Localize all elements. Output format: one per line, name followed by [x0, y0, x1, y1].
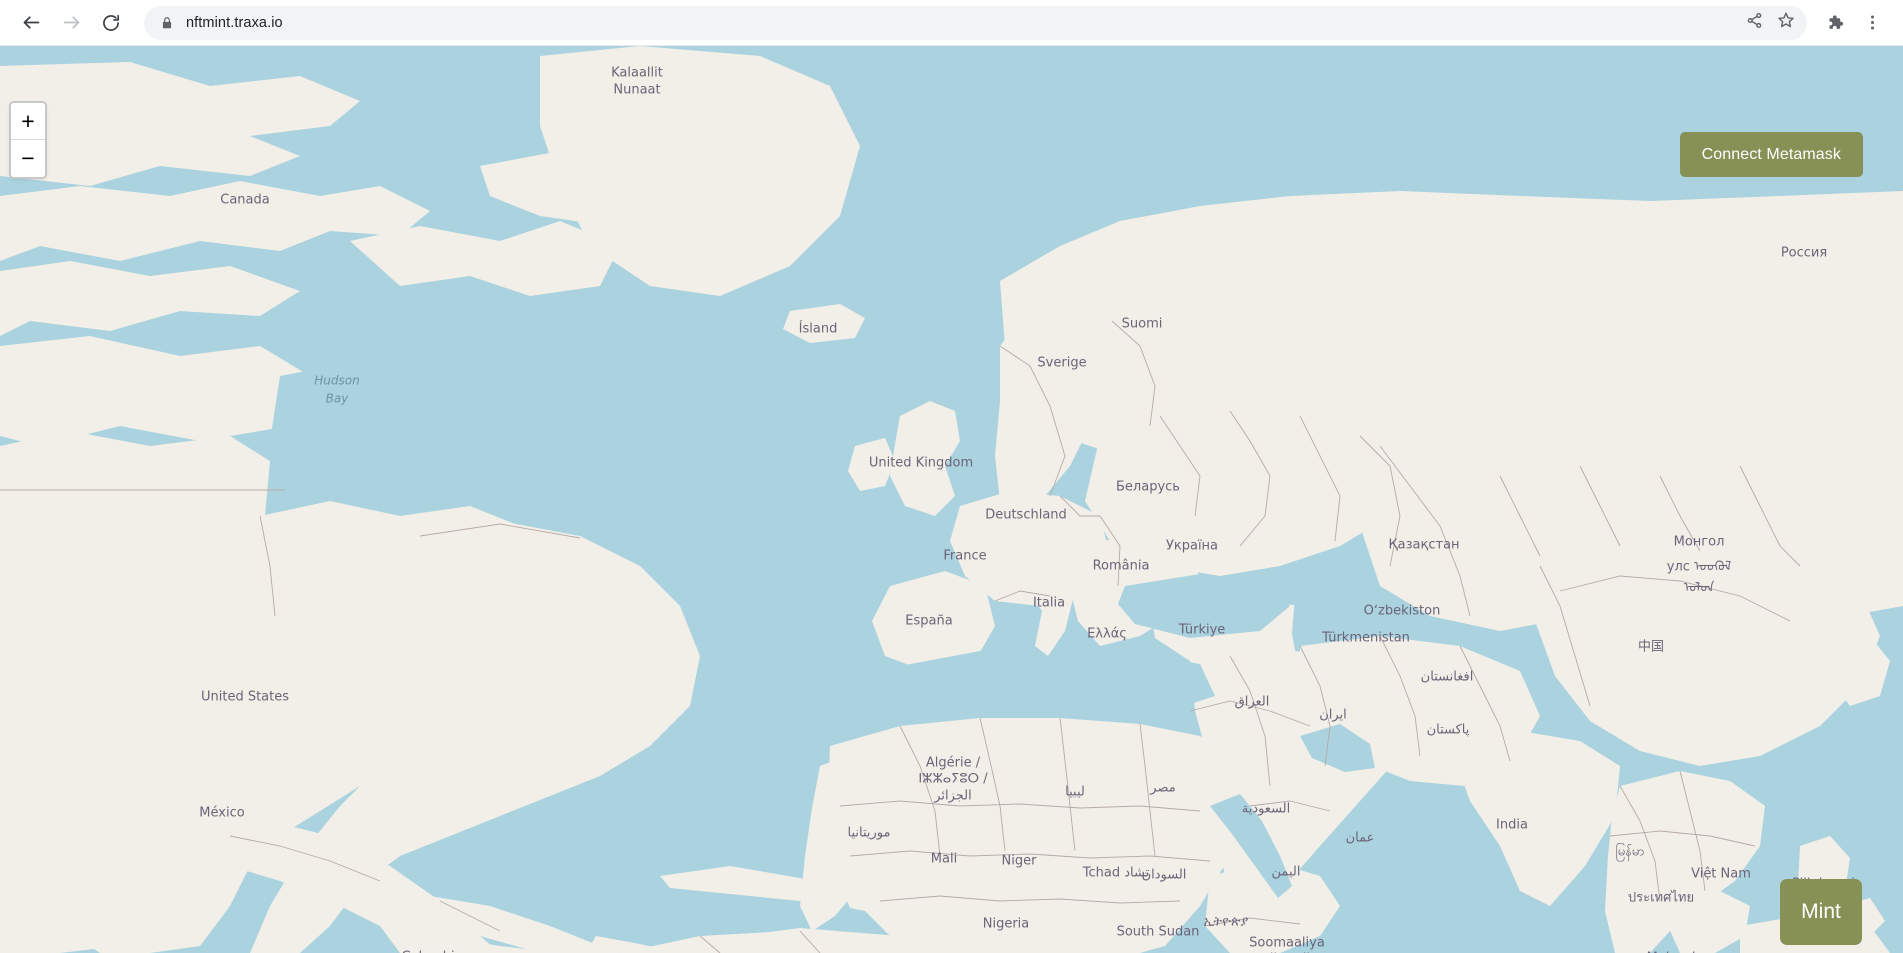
- zoom-out-button[interactable]: −: [11, 140, 45, 177]
- map-label: 中国: [1638, 640, 1664, 655]
- map-label: Mali: [931, 852, 957, 867]
- map-label: عمان: [1346, 831, 1375, 846]
- map-label: پاکستان: [1427, 723, 1470, 738]
- map-label: United Kingdom: [869, 456, 973, 471]
- back-arrow-icon: [21, 12, 42, 33]
- star-icon: [1777, 11, 1795, 34]
- map-label: موريتانيا: [848, 826, 891, 841]
- map-label: Қазақстан: [1388, 538, 1459, 553]
- mint-button[interactable]: Mint: [1780, 879, 1862, 945]
- map-label: Colombia: [401, 950, 462, 953]
- reload-icon: [101, 13, 121, 33]
- map-label: Deutschland: [985, 508, 1067, 523]
- map-label: العراق: [1235, 695, 1270, 710]
- map-label: السعودية: [1242, 802, 1291, 817]
- map-label: Kalaallit: [611, 66, 663, 81]
- map-label: ليبيا: [1065, 785, 1085, 800]
- chrome-menu-button[interactable]: [1855, 6, 1889, 40]
- map-label: ⵏⵣⵣⴰⵢⵓⵔ /: [918, 772, 988, 787]
- bookmark-button[interactable]: [1771, 8, 1801, 38]
- map-label: Canada: [220, 193, 269, 208]
- map-label: اليمن: [1272, 865, 1301, 880]
- lock-icon: [160, 16, 174, 30]
- map-label: Беларусь: [1116, 480, 1180, 495]
- map-label: Монгол: [1674, 535, 1725, 550]
- browser-right-actions: [1817, 6, 1889, 40]
- share-button[interactable]: [1739, 8, 1769, 38]
- map-label: France: [943, 549, 986, 564]
- map-label: India: [1496, 818, 1528, 833]
- map-label: Tchad تشاد: [1082, 866, 1150, 881]
- map-label: Việt Nam: [1691, 867, 1751, 882]
- map-label: Suomi: [1122, 317, 1163, 332]
- map-label: România: [1093, 559, 1150, 574]
- address-bar[interactable]: nftmint.traxa.io: [144, 5, 1807, 40]
- map-label: South Sudan: [1117, 925, 1200, 940]
- forward-button[interactable]: [54, 6, 88, 40]
- map-label: United States: [201, 690, 289, 705]
- map-label: Italia: [1033, 596, 1065, 611]
- map-label: Nigeria: [983, 917, 1030, 932]
- share-icon: [1746, 12, 1763, 34]
- map-label: ประเทศไทย: [1628, 890, 1694, 906]
- map-label: မြန်မာ: [1615, 843, 1644, 862]
- map-label-layer: Kalaallit Nunaat Canada Ísland Россия Suomi Sv…: [199, 66, 1858, 953]
- map-zoom-controls[interactable]: + −: [9, 101, 47, 179]
- map-label: Nunaat: [613, 83, 660, 98]
- three-dot-menu-icon: [1863, 13, 1882, 32]
- map-label: Ελλάς: [1087, 627, 1127, 642]
- map-label: Ísland: [799, 321, 838, 337]
- reload-button[interactable]: [94, 6, 128, 40]
- map-label: Türkiye: [1178, 623, 1226, 638]
- map-label: ᠤᠯᠤᠡ: [1684, 581, 1715, 596]
- puzzle-piece-icon: [1825, 13, 1844, 32]
- map-label: Türkmenistan: [1321, 631, 1410, 646]
- map-label: Oʻzbekiston: [1364, 604, 1441, 619]
- map-label: México: [199, 806, 244, 821]
- map-label: Hudson: [314, 374, 359, 388]
- map-label: Bay: [326, 392, 350, 406]
- connect-metamask-button[interactable]: Connect Metamask: [1679, 132, 1863, 178]
- map-label: افغانستان: [1421, 670, 1474, 685]
- map-label: Algérie /: [926, 756, 981, 771]
- map-label: Niger: [1002, 854, 1038, 869]
- map-label: Україна: [1166, 539, 1218, 554]
- map-label: السودان: [1142, 868, 1187, 883]
- map-label: ایران: [1319, 708, 1347, 723]
- map-label: الجزائر: [933, 789, 972, 804]
- map-label: улс ᠤᠤᠭᠥᠯ: [1667, 560, 1731, 575]
- url-text[interactable]: nftmint.traxa.io: [186, 15, 1739, 31]
- map-label: Soomaaliya: [1249, 936, 1325, 951]
- extensions-button[interactable]: [1817, 6, 1851, 40]
- forward-arrow-icon: [61, 12, 82, 33]
- browser-toolbar: nftmint.traxa.io: [0, 0, 1903, 46]
- back-button[interactable]: [14, 6, 48, 40]
- map-label: مصر: [1149, 781, 1175, 796]
- map-label: España: [905, 614, 952, 629]
- map-canvas[interactable]: .land { fill: #f2efe9; } .water { fill: …: [0, 46, 1903, 953]
- zoom-in-button[interactable]: +: [11, 103, 45, 140]
- map-label: Россия: [1781, 246, 1827, 261]
- omnibox-actions: [1739, 8, 1801, 38]
- map-label: Sverige: [1037, 356, 1086, 371]
- map-label: ኢትዮጵያ: [1204, 915, 1249, 930]
